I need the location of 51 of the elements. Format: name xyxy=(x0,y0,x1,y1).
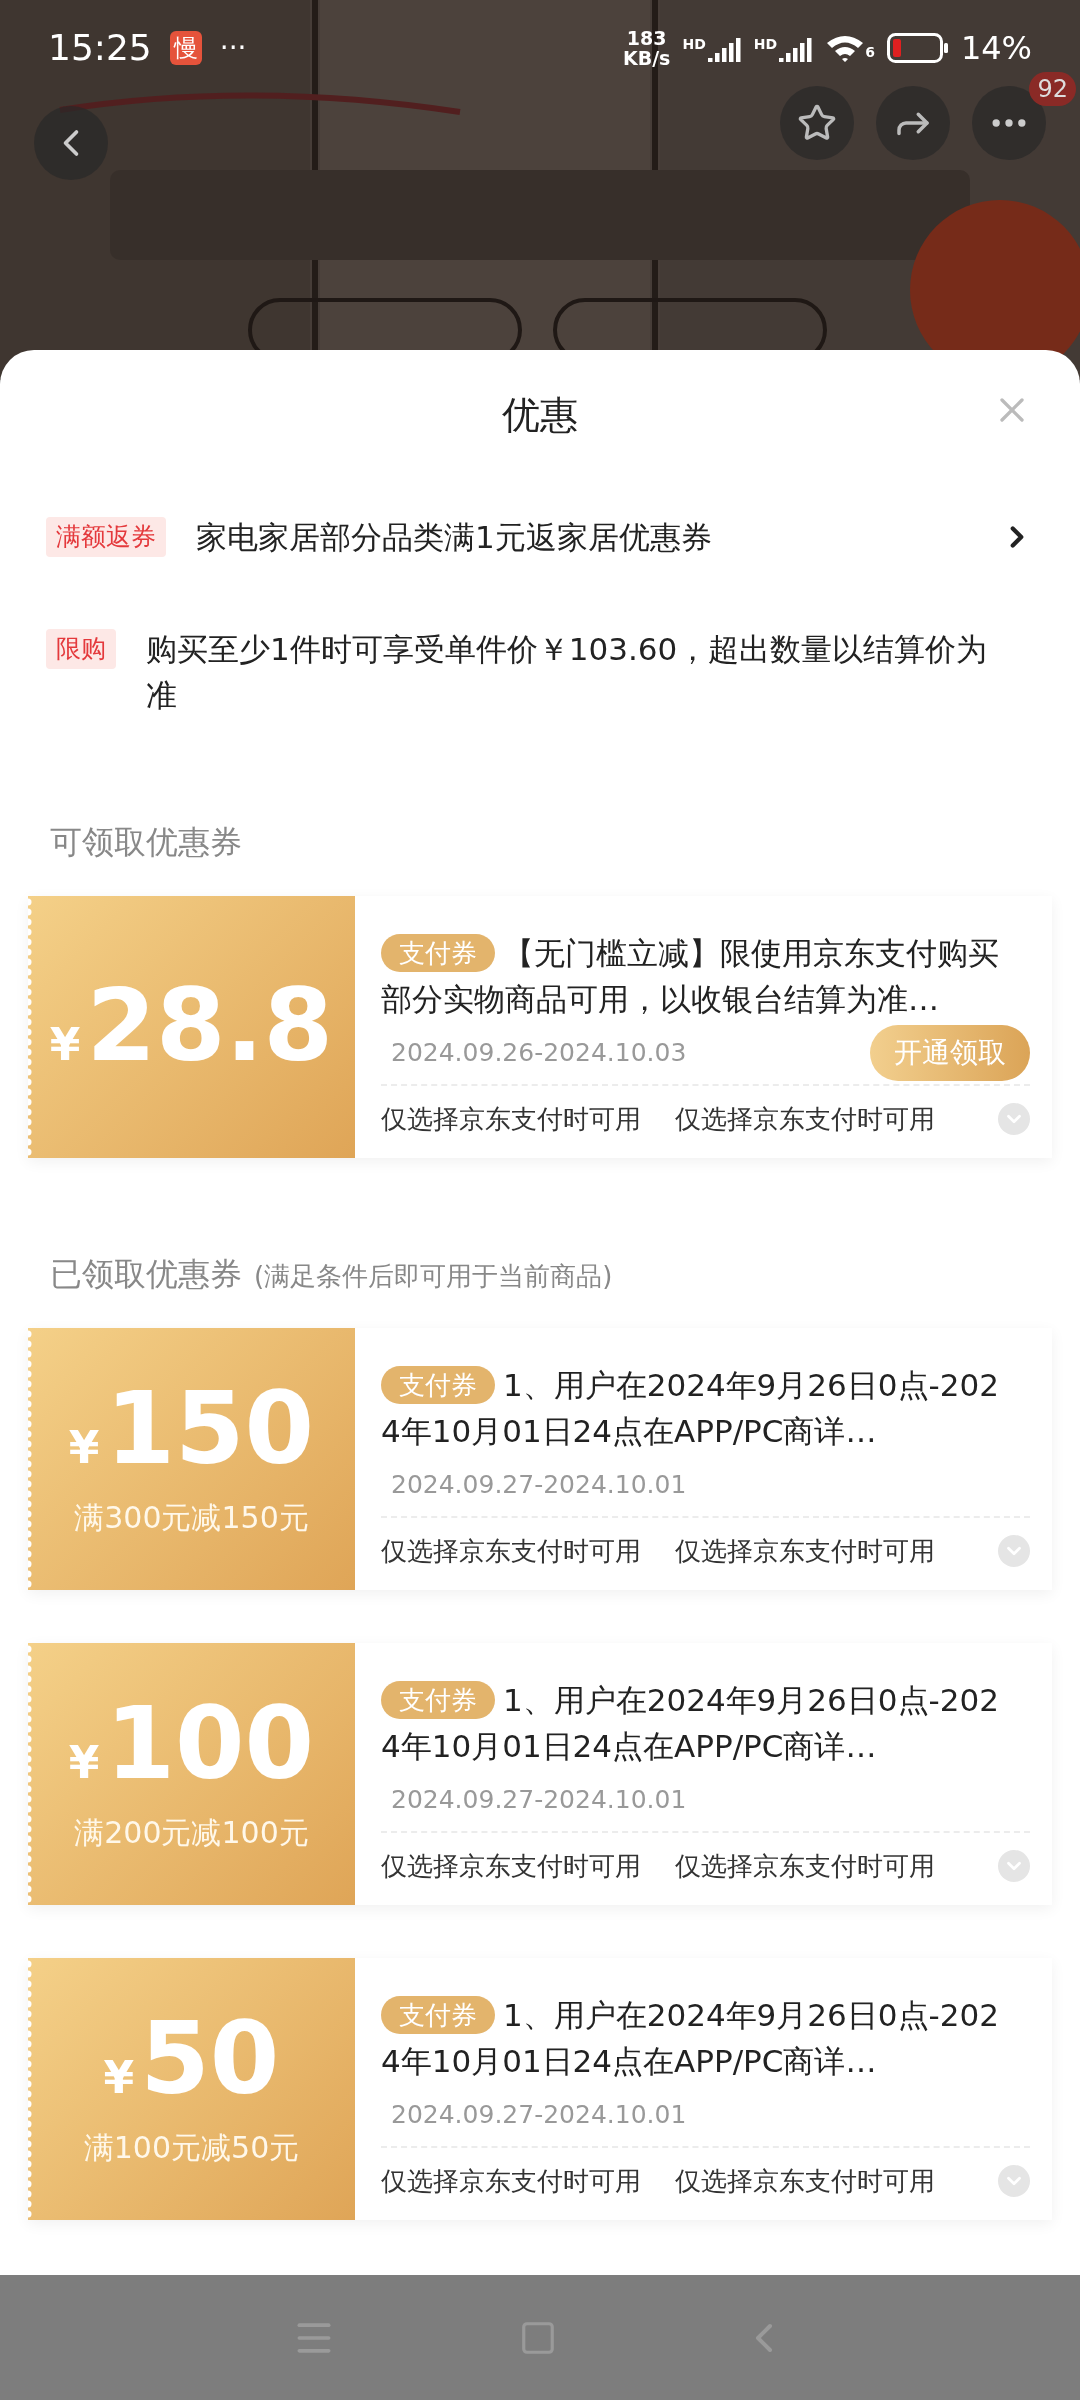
battery-percentage: 14% xyxy=(960,28,1032,69)
coupon-type-tag: 支付券 xyxy=(381,1681,495,1719)
coupon-description: 支付券 1、用户在2024年9月26日0点-2024年10月01日24点在APP/PC商详… xyxy=(381,1680,999,1766)
coupon-amount: 28.8 xyxy=(86,976,334,1076)
usage-note: 仅选择京东支付时可用 xyxy=(381,1534,641,1568)
currency-symbol: ¥ xyxy=(68,1735,100,1790)
currency-symbol: ¥ xyxy=(103,2050,135,2105)
promo-text: 家电家居部分品类满1元返家居优惠券 xyxy=(196,518,713,557)
usage-note: 仅选择京东支付时可用 xyxy=(381,2164,641,2198)
section-title: 可领取优惠券 xyxy=(50,822,242,863)
battery-icon xyxy=(886,33,949,63)
section-subtitle: (满足条件后即可用于当前商品) xyxy=(254,1260,613,1293)
coupon-type-tag: 支付券 xyxy=(381,934,495,972)
currency-symbol: ¥ xyxy=(68,1420,100,1475)
coupon-description: 支付券 1、用户在2024年9月26日0点-2024年10月01日24点在APP/PC商详… xyxy=(381,1365,999,1451)
validity-period: 2024.09.27-2024.10.01 xyxy=(390,1784,687,1817)
promo-tag: 满额返券 xyxy=(46,517,166,557)
network-speed: 183 KB/s xyxy=(622,28,671,68)
usage-note: 仅选择京东支付时可用 xyxy=(675,2164,935,2198)
sheet-title: 优惠 xyxy=(502,391,578,439)
coupon-condition: 满200元减100元 xyxy=(74,1813,309,1852)
section-title: 已领取优惠券 xyxy=(50,1254,242,1295)
signal-label: HD xyxy=(682,35,706,54)
clock: 15:25 xyxy=(48,26,152,70)
usage-note: 仅选择京东支付时可用 xyxy=(675,1534,935,1568)
currency-symbol: ¥ xyxy=(49,1018,81,1072)
wifi-icon xyxy=(825,33,866,63)
coupon-amount: 100 xyxy=(105,1693,315,1794)
validity-period: 2024.09.26-2024.10.03 xyxy=(390,1037,687,1070)
coupon-condition: 满300元减150元 xyxy=(74,1498,309,1537)
usage-note: 仅选择京东支付时可用 xyxy=(675,1849,935,1883)
coupon-description: 支付券 【无门槛立减】限使用京东支付购买部分实物商品可用，以收银台结算为准… xyxy=(381,933,999,1019)
usage-note: 仅选择京东支付时可用 xyxy=(381,1849,641,1883)
star-icon[interactable] xyxy=(797,103,837,143)
promo-text: 购买至少1件时可享受单件价￥103.60，超出数量以结算价为准 xyxy=(146,630,989,715)
more-notifications: ··· xyxy=(219,30,247,66)
app-badge: 慢 xyxy=(169,31,202,65)
coupon-amount: 150 xyxy=(105,1378,315,1479)
validity-period: 2024.09.27-2024.10.01 xyxy=(390,2099,687,2132)
coupon-type-tag: 支付券 xyxy=(381,1366,495,1404)
promo-tag: 限购 xyxy=(46,629,116,669)
validity-period: 2024.09.27-2024.10.01 xyxy=(390,1469,687,1502)
coupon-condition: 满100元减50元 xyxy=(83,2128,300,2167)
claim-button[interactable]: 开通领取 xyxy=(870,1025,1030,1081)
coupon-description: 支付券 1、用户在2024年9月26日0点-2024年10月01日24点在APP/PC商详… xyxy=(381,1995,999,2081)
coupon-type-tag: 支付券 xyxy=(381,1996,495,2034)
coupon-amount: 50 xyxy=(140,2008,280,2109)
usage-note: 仅选择京东支付时可用 xyxy=(675,1102,935,1136)
usage-note: 仅选择京东支付时可用 xyxy=(381,1102,641,1136)
signal-label: HD xyxy=(753,35,778,54)
wifi-label: 6 xyxy=(865,43,875,62)
